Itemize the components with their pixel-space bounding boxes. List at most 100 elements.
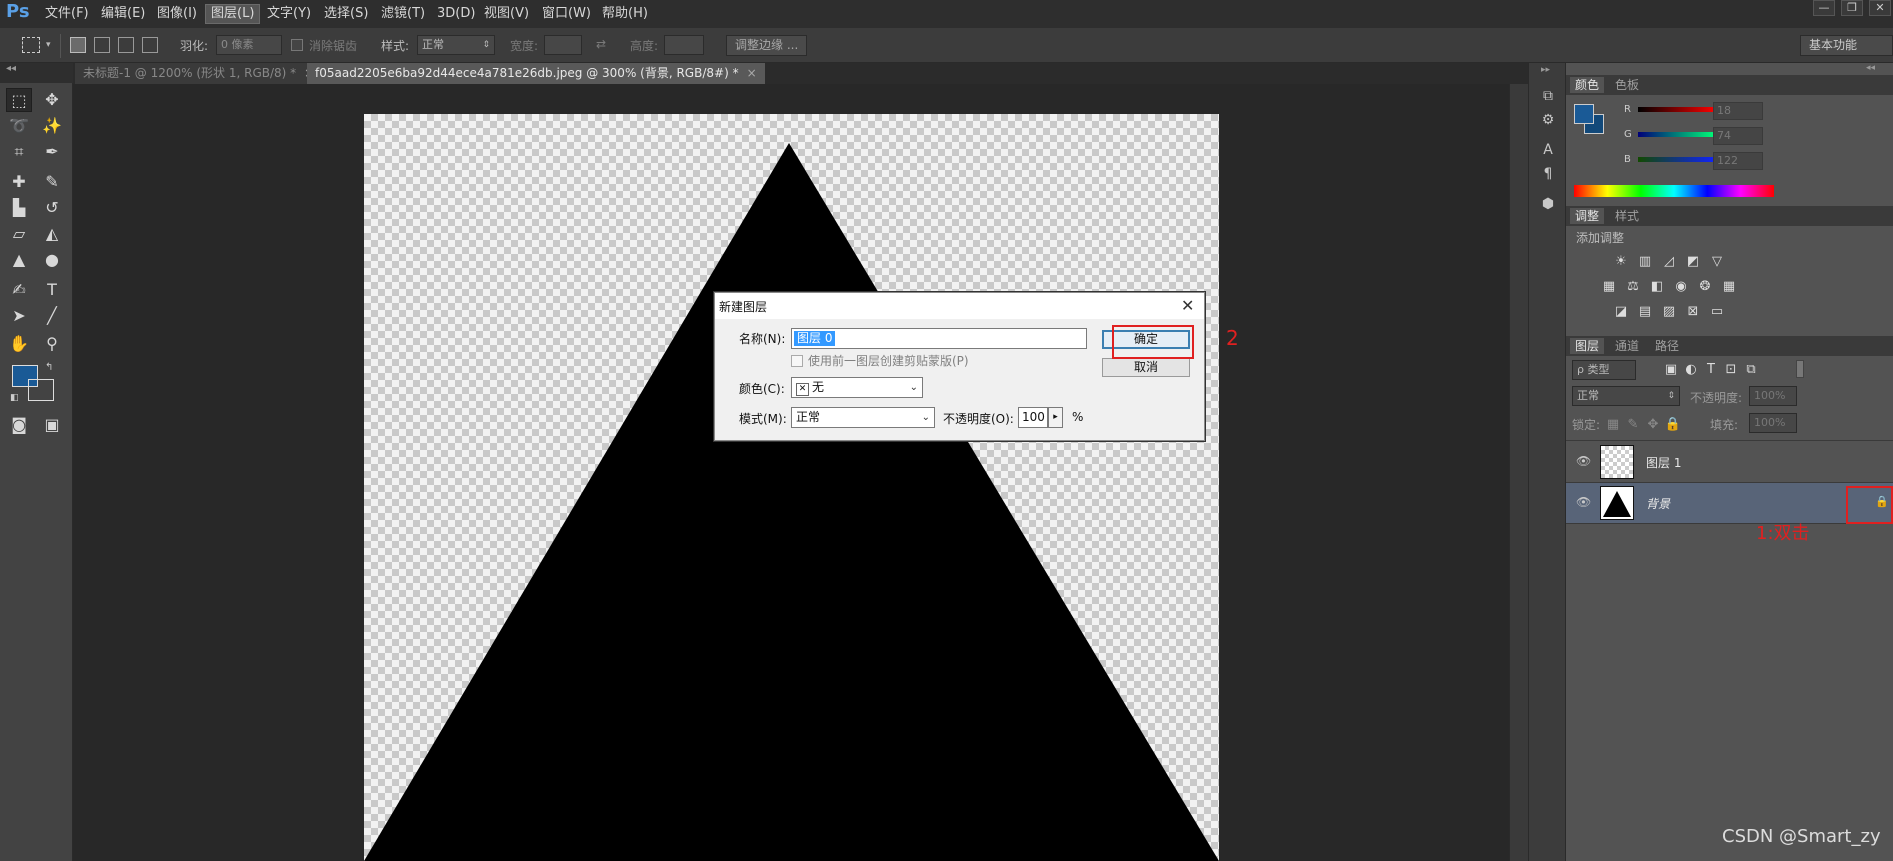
- marquee-tool-preset-icon[interactable]: [22, 37, 40, 53]
- zoom-tool-icon[interactable]: ⚲: [39, 332, 65, 356]
- clone-stamp-tool-icon[interactable]: ▙: [6, 196, 32, 220]
- eyedropper-tool-icon[interactable]: ✒: [39, 140, 65, 164]
- black-white-icon[interactable]: ◧: [1648, 279, 1666, 295]
- vibrance-icon[interactable]: ▽: [1708, 254, 1726, 270]
- paint-bucket-tool-icon[interactable]: ◭: [39, 222, 65, 246]
- dodge-tool-icon[interactable]: ●: [39, 248, 65, 272]
- invert-icon[interactable]: ◪: [1612, 304, 1630, 320]
- preset-dropdown-icon[interactable]: ▾: [46, 40, 51, 50]
- quick-mask-icon[interactable]: ◙: [6, 413, 32, 437]
- threshold-icon[interactable]: ▨: [1660, 304, 1678, 320]
- swap-colors-icon[interactable]: ↰: [45, 362, 53, 373]
- blend-mode-select[interactable]: 正常 ⇕: [1572, 386, 1680, 406]
- crop-tool-icon[interactable]: ⌗: [6, 140, 32, 164]
- color-lookup-icon[interactable]: ▦: [1720, 279, 1738, 295]
- tab-color[interactable]: 颜色: [1570, 77, 1605, 93]
- posterize-icon[interactable]: ▤: [1636, 304, 1654, 320]
- eraser-tool-icon[interactable]: ▱: [6, 222, 32, 246]
- tab-untitled-1[interactable]: 未标题-1 @ 1200% (形状 1, RGB/8) *×: [75, 63, 323, 84]
- mode-select[interactable]: 正常 ⌄: [791, 407, 935, 428]
- gradient-map-icon[interactable]: ▭: [1708, 304, 1726, 320]
- antialias-checkbox[interactable]: [291, 39, 303, 51]
- restore-button[interactable]: ❐: [1841, 0, 1863, 16]
- default-colors-icon[interactable]: ◧: [10, 393, 19, 403]
- hue-saturation-icon[interactable]: ▦: [1600, 279, 1618, 295]
- opacity-slider-toggle-icon[interactable]: ▸: [1048, 407, 1063, 428]
- selective-color-icon[interactable]: ⊠: [1684, 304, 1702, 320]
- refine-edge-button[interactable]: 调整边缘 ...: [726, 35, 808, 56]
- tab-layers[interactable]: 图层: [1570, 338, 1605, 354]
- character-icon[interactable]: A: [1535, 139, 1561, 161]
- path-select-tool-icon[interactable]: ➤: [6, 304, 32, 328]
- tab-adjustments[interactable]: 调整: [1570, 208, 1605, 224]
- screen-mode-icon[interactable]: ▣: [39, 413, 65, 437]
- clip-mask-checkbox[interactable]: [791, 355, 803, 367]
- collapse-icon[interactable]: ▸▸: [1541, 65, 1550, 75]
- filter-toggle[interactable]: [1796, 360, 1804, 378]
- minimize-button[interactable]: —: [1813, 0, 1835, 16]
- menu-file[interactable]: 文件(F): [40, 4, 94, 24]
- background-color-swatch[interactable]: [28, 379, 54, 401]
- g-slider[interactable]: [1638, 132, 1716, 137]
- type-tool-icon[interactable]: T: [39, 278, 65, 302]
- rect-marquee-tool-icon[interactable]: ⬚: [6, 88, 32, 112]
- eye-icon[interactable]: 👁: [1576, 454, 1591, 468]
- menu-image[interactable]: 图像(I): [152, 4, 202, 24]
- menu-type[interactable]: 文字(Y): [262, 4, 316, 24]
- filter-adjust-icon[interactable]: ◐: [1682, 362, 1700, 378]
- feather-input[interactable]: 0 像素: [216, 35, 282, 55]
- color-balance-icon[interactable]: ⚖: [1624, 279, 1642, 295]
- layer-filter-select[interactable]: ρ 类型: [1572, 360, 1636, 380]
- layer-row-layer-1[interactable]: 👁 图层 1: [1566, 442, 1893, 482]
- hand-tool-icon[interactable]: ✋: [6, 332, 32, 356]
- close-icon[interactable]: ×: [747, 66, 757, 80]
- height-input[interactable]: [664, 35, 704, 55]
- paragraph-icon[interactable]: ¶: [1535, 163, 1561, 185]
- 3d-icon[interactable]: ⬢: [1535, 193, 1561, 215]
- tab-paths[interactable]: 路径: [1650, 338, 1684, 354]
- foreground-color-swatch[interactable]: [1574, 104, 1594, 124]
- document-canvas[interactable]: [364, 114, 1219, 861]
- tab-channels[interactable]: 通道: [1610, 338, 1644, 354]
- history-icon[interactable]: ⧉: [1535, 85, 1561, 107]
- brush-tool-icon[interactable]: ✎: [39, 170, 65, 194]
- eye-icon[interactable]: 👁: [1576, 495, 1591, 509]
- b-slider[interactable]: [1638, 157, 1716, 162]
- curves-icon[interactable]: ◿: [1660, 254, 1678, 270]
- pen-tool-icon[interactable]: ✍: [6, 278, 32, 302]
- opacity-input[interactable]: 100: [1018, 407, 1048, 428]
- width-input[interactable]: [544, 35, 582, 55]
- new-selection-icon[interactable]: [70, 37, 86, 53]
- fill-input[interactable]: 100%: [1749, 413, 1797, 433]
- brightness-icon[interactable]: ☀: [1612, 254, 1630, 270]
- layer-opacity-input[interactable]: 100%: [1749, 386, 1797, 406]
- color-select[interactable]: ✕ 无 ⌄: [791, 377, 923, 398]
- collapse-panels-icon[interactable]: ◂◂: [1866, 63, 1875, 73]
- properties-icon[interactable]: ⚙: [1535, 109, 1561, 131]
- lock-position-icon[interactable]: ✥: [1644, 417, 1662, 433]
- subtract-selection-icon[interactable]: [118, 37, 134, 53]
- menu-edit[interactable]: 编辑(E): [96, 4, 150, 24]
- vertical-scrollbar[interactable]: [1509, 84, 1528, 861]
- history-brush-tool-icon[interactable]: ↺: [39, 196, 65, 220]
- intersect-selection-icon[interactable]: [142, 37, 158, 53]
- style-select[interactable]: 正常 ⇕: [417, 35, 495, 55]
- filter-smart-icon[interactable]: ⧉: [1742, 362, 1760, 378]
- menu-filter[interactable]: 滤镜(T): [376, 4, 430, 24]
- r-slider[interactable]: [1638, 107, 1716, 112]
- blur-tool-icon[interactable]: ▲: [6, 248, 32, 272]
- tab-swatches[interactable]: 色板: [1610, 77, 1644, 93]
- close-icon[interactable]: ✕: [1181, 296, 1194, 315]
- lock-transparent-icon[interactable]: ▦: [1604, 417, 1622, 433]
- exposure-icon[interactable]: ◩: [1684, 254, 1702, 270]
- move-tool-icon[interactable]: ✥: [39, 88, 65, 112]
- filter-type-icon[interactable]: T: [1702, 362, 1720, 378]
- b-value[interactable]: 122: [1713, 152, 1763, 170]
- color-spectrum-bar[interactable]: [1574, 185, 1774, 197]
- name-input[interactable]: 图层 0: [791, 328, 1087, 349]
- channel-mixer-icon[interactable]: ❂: [1696, 279, 1714, 295]
- line-tool-icon[interactable]: ╱: [39, 304, 65, 328]
- tab-styles[interactable]: 样式: [1610, 208, 1644, 224]
- add-selection-icon[interactable]: [94, 37, 110, 53]
- menu-help[interactable]: 帮助(H): [597, 4, 653, 24]
